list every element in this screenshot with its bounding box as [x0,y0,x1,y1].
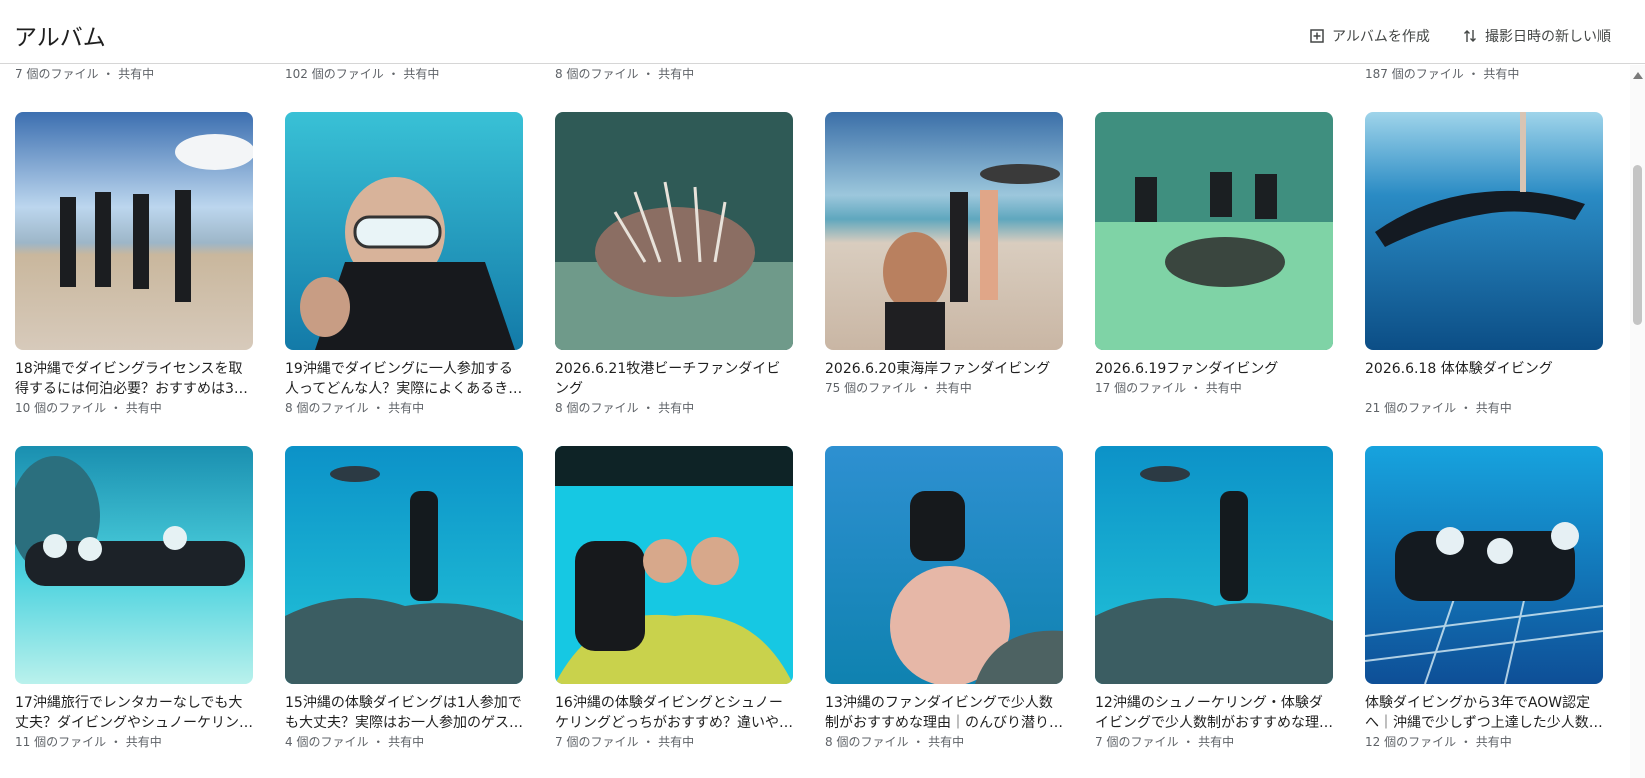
album-meta: 11 個のファイル ・ 共有中 [15,735,162,749]
album-meta: 17 個のファイル ・ 共有中 [1095,381,1242,395]
album-card[interactable]: 2026.6.21牧港ビーチファンダイビング 8 個のファイル ・ 共有中 [555,112,793,417]
create-album-button[interactable]: アルバムを作成 [1310,26,1430,46]
album-card[interactable]: 12沖縄のシュノーケリング・体験ダイビングで少人数制がおすすめな理由… 7 個の… [1095,446,1333,751]
sort-button[interactable]: 撮影日時の新しい順 [1463,26,1611,46]
album-grid: 7 個のファイル ・ 共有中 102 個のファイル ・ 共有中 8 個のファイル… [0,65,1630,778]
album-card[interactable]: 16沖縄の体験ダイビングとシュノーケリングどっちがおすすめ？違いや… 7 個のフ… [555,446,793,751]
album-card[interactable]: 体験ダイビングから3年でAOW認定へ｜沖縄で少しずつ上達した少人数ダ… 12 個… [1365,446,1603,751]
album-meta-top-3: 8 個のファイル ・ 共有中 [555,67,695,81]
album-thumbnail [1095,112,1333,350]
album-card[interactable]: 2026.6.19ファンダイビング 17 個のファイル ・ 共有中 [1095,112,1333,397]
scrollbar-thumb[interactable] [1633,165,1642,325]
album-thumbnail [555,446,793,684]
album-thumbnail [285,112,523,350]
vertical-scrollbar[interactable] [1630,65,1645,778]
album-meta: 4 個のファイル ・ 共有中 [285,735,425,749]
album-title: 17沖縄旅行でレンタカーなしでも大丈夫？ダイビングやシュノーケリング… [15,695,243,731]
album-card[interactable]: 18沖縄でダイビングライセンスを取得するには何泊必要？おすすめは3泊4… 10 … [15,112,253,417]
album-title: 16沖縄の体験ダイビングとシュノーケリングどっちがおすすめ？違いや… [555,695,793,731]
album-title: 2026.6.18 体体験ダイビング [1365,361,1553,377]
album-card[interactable]: 19沖縄でダイビングに一人参加する人ってどんな人？実際によくあるき… 8 個のフ… [285,112,523,417]
album-meta-top-2: 102 個のファイル ・ 共有中 [285,67,440,81]
album-meta: 10 個のファイル ・ 共有中 [15,401,162,415]
album-thumbnail [15,112,253,350]
album-title: 12沖縄のシュノーケリング・体験ダイビングで少人数制がおすすめな理由… [1095,695,1323,731]
album-meta: 7 個のファイル ・ 共有中 [555,735,695,749]
album-card[interactable]: 2026.6.18 体体験ダイビング 21 個のファイル ・ 共有中 [1365,112,1603,417]
album-title: 2026.6.19ファンダイビング [1095,361,1279,377]
album-card[interactable]: 17沖縄旅行でレンタカーなしでも大丈夫？ダイビングやシュノーケリング… 11 個… [15,446,253,751]
album-card[interactable]: 2026.6.20東海岸ファンダイビング 75 個のファイル ・ 共有中 [825,112,1063,397]
album-thumbnail [825,112,1063,350]
sort-icon [1463,28,1477,44]
album-title: 2026.6.20東海岸ファンダイビング [825,361,1051,377]
album-title: 体験ダイビングから3年でAOW認定へ｜沖縄で少しずつ上達した少人数ダ… [1365,695,1591,731]
app-header: アルバム アルバムを作成 撮影日時の新しい順 [0,0,1645,64]
album-thumbnail [825,446,1063,684]
album-title: 13沖縄のファンダイビングで少人数制がおすすめな理由｜のんびり潜りた… [825,695,1053,731]
album-thumbnail [15,446,253,684]
add-box-icon [1310,29,1324,43]
album-meta: 8 個のファイル ・ 共有中 [555,401,695,415]
scroll-up-arrow-icon[interactable] [1633,72,1643,79]
album-thumbnail [1365,112,1603,350]
album-card[interactable]: 13沖縄のファンダイビングで少人数制がおすすめな理由｜のんびり潜りた… 8 個の… [825,446,1063,751]
album-meta-top-1: 7 個のファイル ・ 共有中 [15,67,155,81]
album-title: 15沖縄の体験ダイビングは1人参加でも大丈夫？実際はお一人参加のゲス… [285,695,523,731]
album-thumbnail [1365,446,1603,684]
album-meta: 8 個のファイル ・ 共有中 [285,401,425,415]
page-title: アルバム [14,25,106,51]
album-thumbnail [555,112,793,350]
album-title: 18沖縄でダイビングライセンスを取得するには何泊必要？おすすめは3泊4… [15,361,248,397]
album-meta: 12 個のファイル ・ 共有中 [1365,735,1512,749]
album-thumbnail [285,446,523,684]
album-title: 19沖縄でダイビングに一人参加する人ってどんな人？実際によくあるき… [285,361,523,397]
album-meta: 21 個のファイル ・ 共有中 [1365,401,1512,415]
album-card[interactable]: 15沖縄の体験ダイビングは1人参加でも大丈夫？実際はお一人参加のゲス… 4 個の… [285,446,523,751]
album-meta-top-6: 187 個のファイル ・ 共有中 [1365,67,1520,81]
album-thumbnail [1095,446,1333,684]
album-meta: 7 個のファイル ・ 共有中 [1095,735,1235,749]
sort-label: 撮影日時の新しい順 [1485,29,1611,45]
create-album-label: アルバムを作成 [1332,29,1430,45]
album-meta: 75 個のファイル ・ 共有中 [825,381,972,395]
album-title: 2026.6.21牧港ビーチファンダイビング [555,361,781,397]
album-meta: 8 個のファイル ・ 共有中 [825,735,965,749]
